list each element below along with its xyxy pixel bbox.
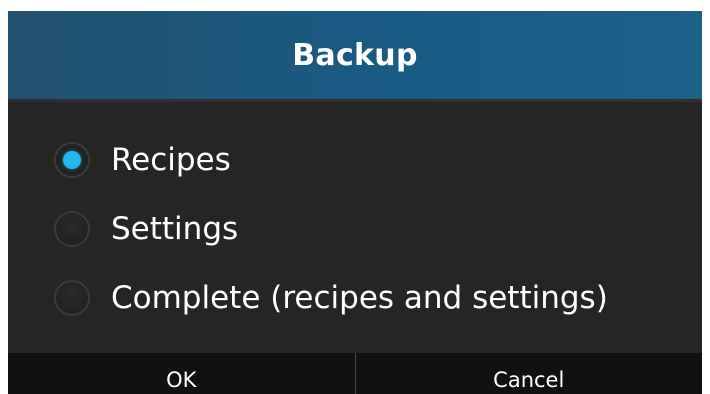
option-complete-label: Complete (recipes and settings) bbox=[111, 280, 608, 316]
backup-dialog: Backup Recipes Settings Complete (recipe… bbox=[8, 11, 702, 394]
radio-unselected-icon[interactable] bbox=[54, 280, 90, 316]
dialog-header: Backup bbox=[8, 11, 702, 102]
radio-dot-icon bbox=[63, 151, 81, 169]
radio-unselected-icon[interactable] bbox=[54, 211, 90, 247]
radio-selected-icon[interactable] bbox=[54, 142, 90, 178]
option-recipes-label: Recipes bbox=[111, 142, 231, 178]
option-recipes[interactable]: Recipes bbox=[8, 130, 702, 190]
cancel-button[interactable]: Cancel bbox=[356, 353, 703, 394]
option-settings-label: Settings bbox=[111, 211, 239, 247]
dialog-footer: OK Cancel bbox=[8, 353, 702, 394]
backup-options-group: Recipes Settings Complete (recipes and s… bbox=[8, 102, 702, 353]
dialog-title: Backup bbox=[292, 37, 418, 73]
ok-button[interactable]: OK bbox=[8, 353, 355, 394]
option-complete[interactable]: Complete (recipes and settings) bbox=[8, 268, 702, 328]
option-settings[interactable]: Settings bbox=[8, 199, 702, 259]
